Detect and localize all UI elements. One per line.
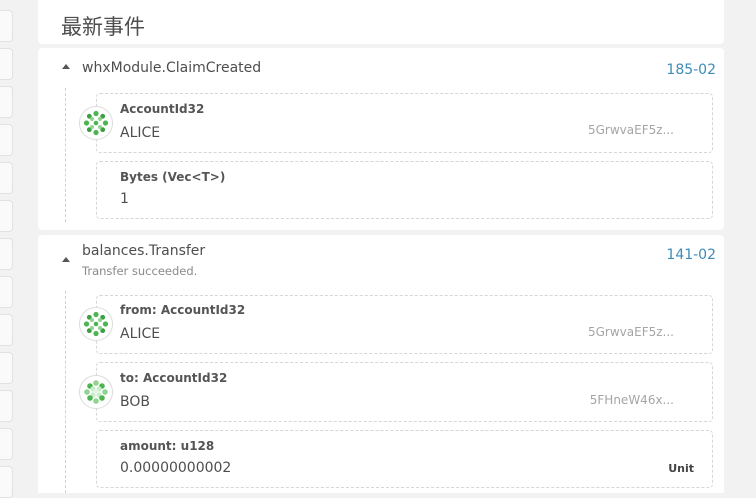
param-label: amount: u128 bbox=[120, 439, 215, 453]
nav-tab[interactable] bbox=[0, 162, 13, 194]
event-title: balances.Transfer bbox=[82, 243, 206, 259]
event-block-link[interactable]: 185-02 bbox=[666, 62, 716, 78]
left-nav-strip bbox=[0, 0, 14, 498]
param-row: to: AccountId32 BOB 5FHneW46x... bbox=[79, 362, 713, 422]
nav-tab[interactable] bbox=[0, 200, 13, 232]
param-row: from: AccountId32 ALICE 5GrwvaEF5z... bbox=[79, 295, 713, 354]
param-row: amount: u128 0.00000000002 Unit bbox=[96, 430, 713, 488]
collapse-caret-icon[interactable] bbox=[62, 64, 70, 69]
event-card: whxModule.ClaimCreated 185-02 AccountId3… bbox=[38, 48, 724, 230]
param-label: from: AccountId32 bbox=[120, 303, 246, 317]
event-block-link[interactable]: 141-02 bbox=[666, 247, 716, 263]
nav-tab[interactable] bbox=[0, 352, 13, 384]
param-value: ALICE bbox=[120, 125, 161, 141]
param-value: 1 bbox=[120, 191, 129, 207]
param-address[interactable]: 5GrwvaEF5z... bbox=[588, 325, 674, 339]
nav-tab[interactable] bbox=[0, 86, 13, 118]
param-value: ALICE bbox=[120, 326, 161, 342]
event-description: Transfer succeeded. bbox=[82, 264, 198, 278]
param-value: 0.00000000002 bbox=[120, 460, 232, 476]
tree-line bbox=[65, 88, 66, 222]
identicon-alice-icon[interactable] bbox=[79, 307, 113, 341]
param-address[interactable]: 5FHneW46x... bbox=[590, 393, 674, 407]
nav-tab[interactable] bbox=[0, 10, 13, 42]
nav-tab[interactable] bbox=[0, 238, 13, 270]
param-value: BOB bbox=[120, 394, 150, 410]
param-address[interactable]: 5GrwvaEF5z... bbox=[588, 123, 674, 137]
param-label: to: AccountId32 bbox=[120, 371, 228, 385]
collapse-caret-icon[interactable] bbox=[62, 257, 70, 262]
param-label: Bytes (Vec<T>) bbox=[120, 170, 226, 184]
nav-tab[interactable] bbox=[0, 314, 13, 346]
param-unit: Unit bbox=[668, 462, 694, 475]
section-header: 最新事件 bbox=[38, 0, 724, 44]
section-title: 最新事件 bbox=[61, 15, 145, 39]
event-title: whxModule.ClaimCreated bbox=[82, 60, 262, 76]
event-card: balances.Transfer Transfer succeeded. 14… bbox=[38, 235, 724, 493]
param-row: Bytes (Vec<T>) 1 bbox=[96, 161, 713, 219]
nav-tab[interactable] bbox=[0, 48, 13, 80]
nav-tab[interactable] bbox=[0, 428, 13, 460]
param-label: AccountId32 bbox=[120, 102, 205, 116]
nav-tab[interactable] bbox=[0, 124, 13, 156]
tree-line bbox=[65, 291, 66, 493]
nav-tab[interactable] bbox=[0, 276, 13, 308]
identicon-bob-icon[interactable] bbox=[79, 375, 113, 409]
nav-tab[interactable] bbox=[0, 390, 13, 422]
param-row: AccountId32 ALICE 5GrwvaEF5z... bbox=[79, 93, 713, 153]
nav-tab[interactable] bbox=[0, 466, 13, 498]
identicon-alice-icon[interactable] bbox=[79, 106, 113, 140]
